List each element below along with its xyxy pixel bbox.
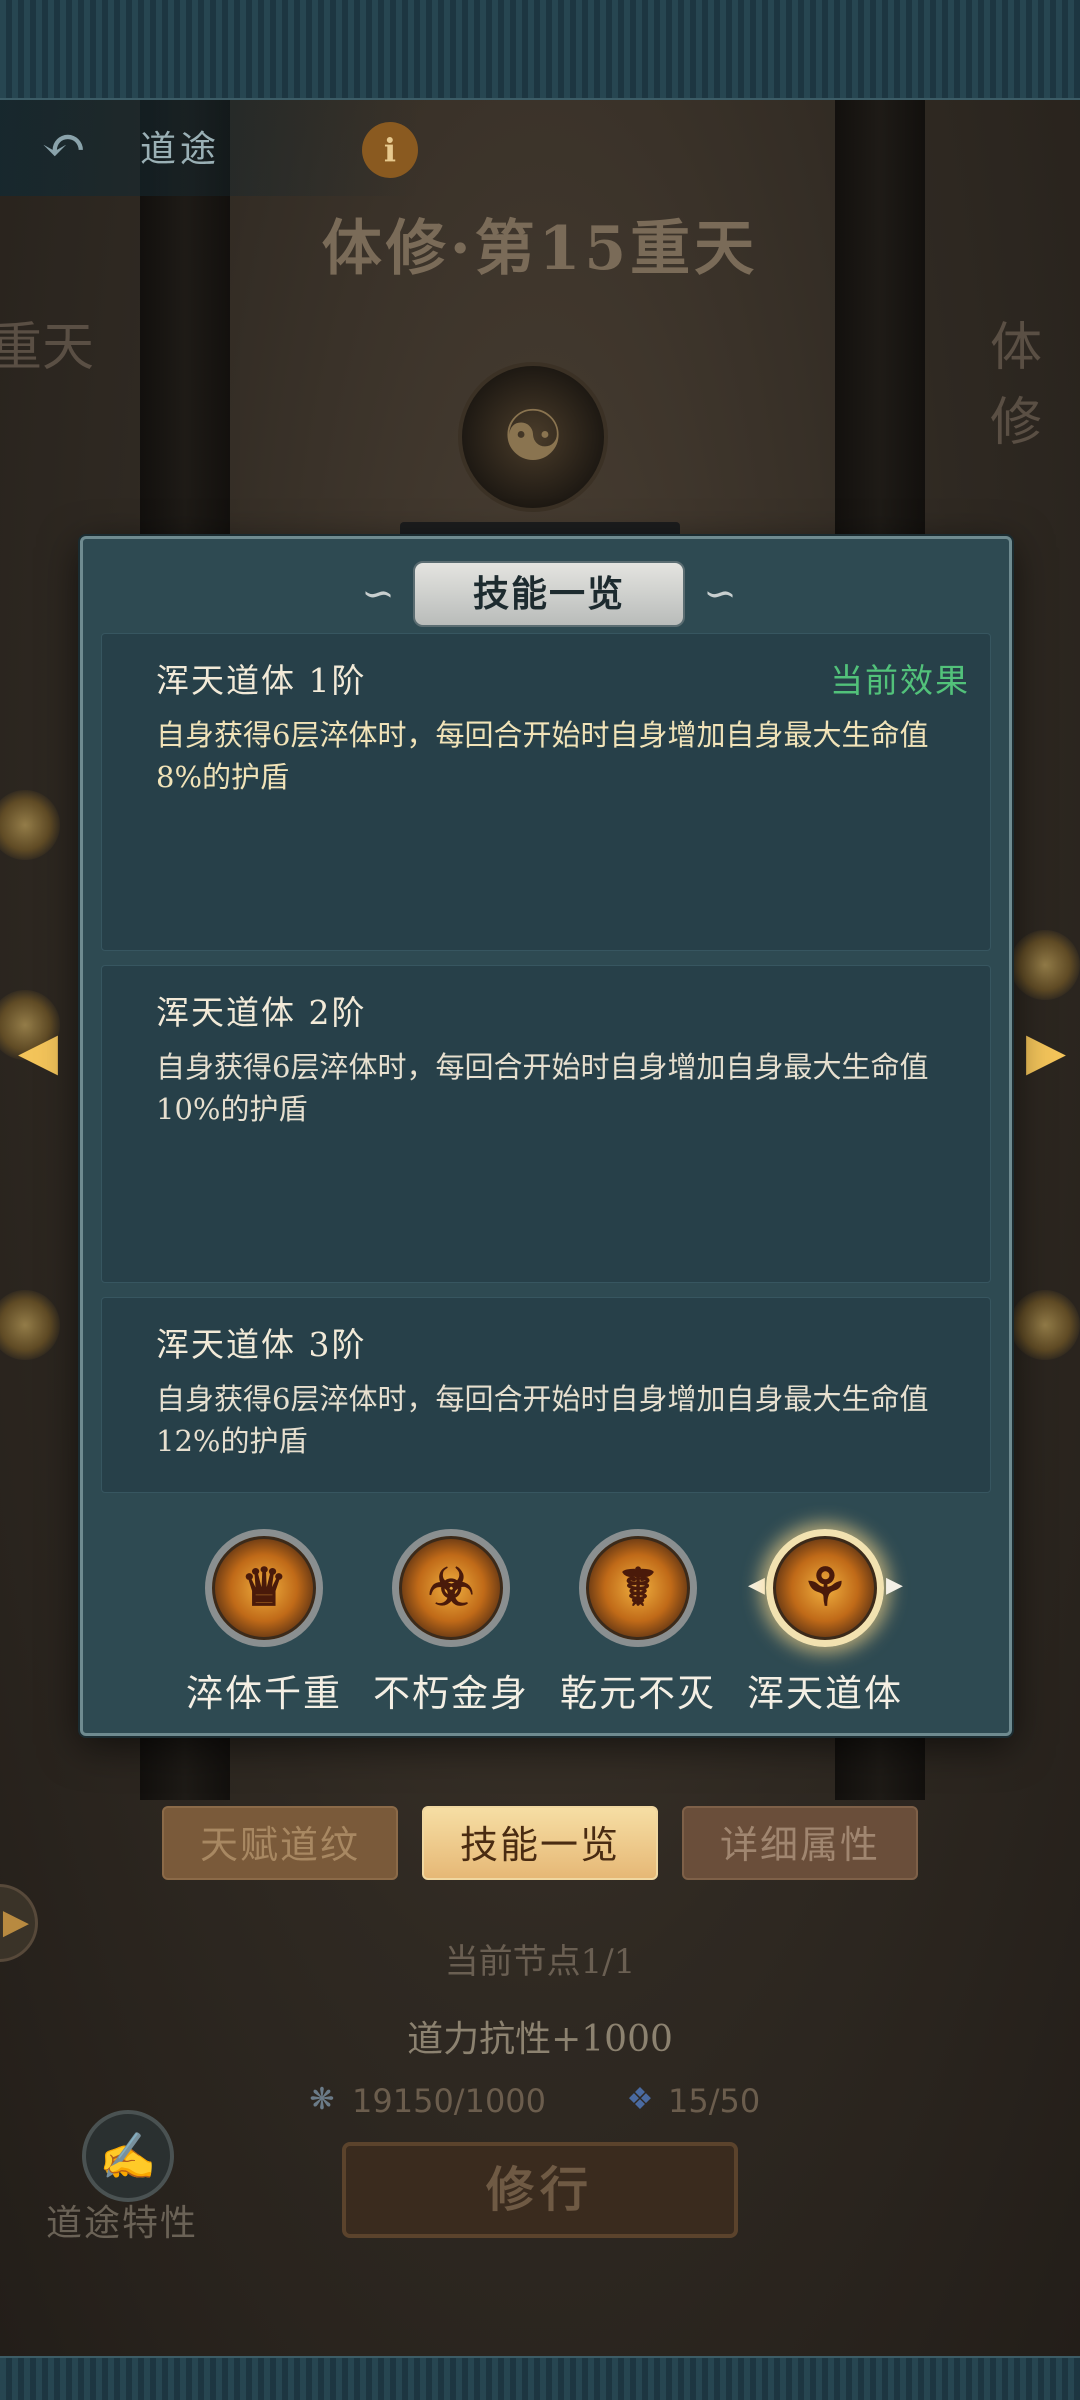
horned-demon-icon: ☤ [579,1529,697,1647]
resource-spirit: 15/50 [668,2082,761,2120]
tier-card: 浑天道体 3阶 自身获得6层淬体时，每回合开始时自身增加自身最大生命值12%的护… [101,1297,991,1493]
tier-name: 浑天道体 3阶 [156,1325,367,1364]
current-node-label: 当前节点1/1 [444,1942,636,1982]
skill-item-huntian[interactable]: ◀ ⚘ ▶ 浑天道体 [730,1529,920,1719]
selected-right-marker-icon: ▶ [886,1573,903,1598]
dao-power-icon: ❋ [309,2082,335,2117]
skill-item-buxiu[interactable]: ☣ 不朽金身 [356,1529,546,1719]
dialog-title: 技能一览 [472,573,625,615]
skill-selector: ♛ 淬体千重 ☣ 不朽金身 ☤ 乾元不灭 ◀ ⚘ ▶ 浑天道体 [83,1529,1015,1719]
tier-description: 自身获得6层淬体时，每回合开始时自身增加自身最大生命值8%的护盾 [156,718,929,794]
golden-idol-icon: ♛ [205,1529,323,1647]
prev-page-arrow-icon[interactable]: ◀ [16,1020,60,1084]
bonus-label: 道力抗性+1000 [407,2019,673,2060]
prev-realm-label: 重天 [0,318,95,378]
resource-dao-power: 19150/1000 [352,2082,547,2120]
bottom-decor-bar [0,2356,1080,2400]
demon-mask-icon: ☣ [392,1529,510,1647]
practice-button[interactable]: 修行 [342,2142,738,2238]
next-realm-label: 体修 [990,318,1043,453]
top-decor-bar [0,0,1080,100]
tier-description: 自身获得6层淬体时，每回合开始时自身增加自身最大生命值10%的护盾 [156,1050,929,1126]
tab-skills[interactable]: 技能一览 [422,1806,658,1880]
tab-talent[interactable]: 天赋道纹 [162,1806,398,1880]
traits-label[interactable]: 道途特性 [46,2194,198,2246]
selected-left-marker-icon: ◀ [748,1573,765,1598]
tier-description: 自身获得6层淬体时，每回合开始时自身增加自身最大生命值12%的护盾 [156,1382,929,1458]
skill-overview-dialog: ∽ 技能一览 ∽ 浑天道体 1阶 当前效果 自身获得6层淬体时，每回合开始时自身… [80,536,1012,1736]
dialog-header: ∽ 技能一览 ∽ [343,561,755,627]
skill-label: 淬体千重 [186,1672,342,1715]
current-effect-badge: 当前效果 [830,661,970,700]
skill-item-cuiti[interactable]: ♛ 淬体千重 [169,1529,359,1719]
skill-item-qianyuan[interactable]: ☤ 乾元不灭 [543,1529,733,1719]
tab-attributes[interactable]: 详细属性 [682,1806,918,1880]
book-icon[interactable]: ✍ [82,2110,174,2202]
cloud-ornament-icon: ∽ [361,571,395,617]
glow-node-icon [1010,930,1080,1000]
realm-title: 体修·第15重天 [321,214,759,284]
tier-card: 浑天道体 1阶 当前效果 自身获得6层淬体时，每回合开始时自身增加自身最大生命值… [101,633,991,951]
skill-label: 浑天道体 [747,1672,903,1715]
tier-card: 浑天道体 2阶 自身获得6层淬体时，每回合开始时自身增加自身最大生命值10%的护… [101,965,991,1283]
info-icon[interactable]: i [362,122,418,178]
armored-demon-icon: ⚘ [766,1529,884,1647]
glow-node-icon [1010,1290,1080,1360]
skill-label: 不朽金身 [373,1672,529,1715]
cloud-ornament-icon: ∽ [703,571,737,617]
tier-name: 浑天道体 1阶 [156,661,367,700]
skill-label: 乾元不灭 [560,1672,716,1715]
back-arrow-icon[interactable]: ↶ [22,118,106,174]
tier-name: 浑天道体 2阶 [156,993,367,1032]
spirit-stone-icon: ❖ [626,2082,654,2117]
realm-emblem-icon: ☯ [458,362,608,512]
nav-title: 道途 [140,129,221,170]
next-page-arrow-icon[interactable]: ▶ [1024,1020,1068,1084]
